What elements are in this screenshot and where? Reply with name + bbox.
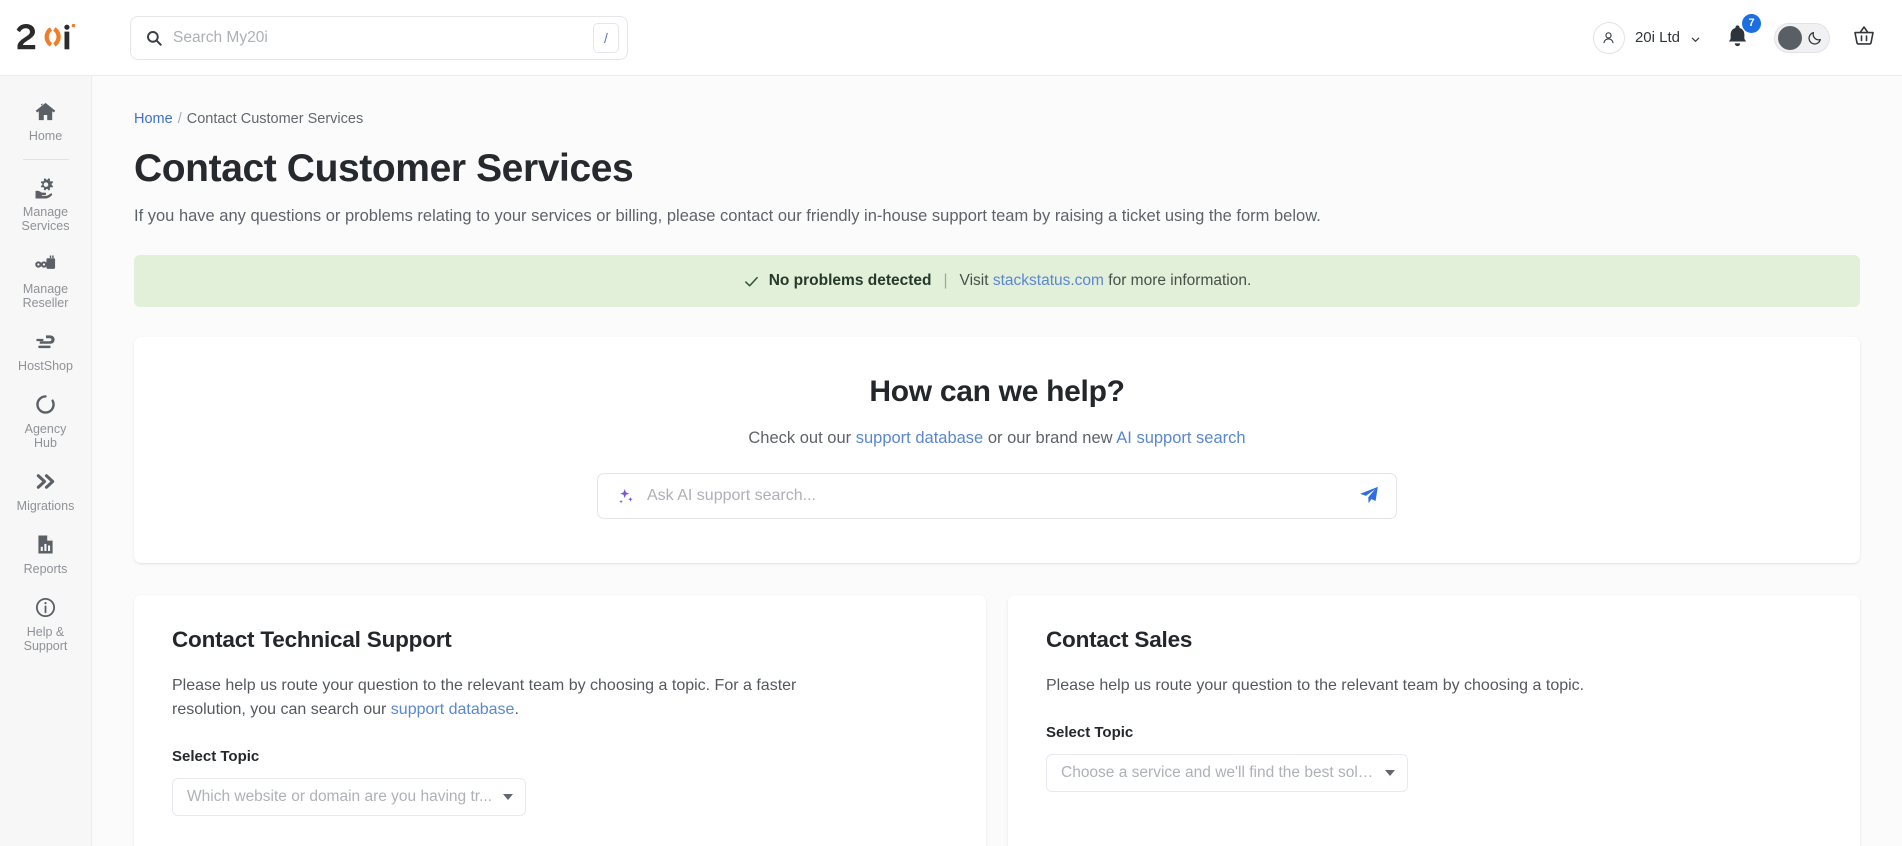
brand-logo-20i[interactable] [16,23,108,53]
avatar [1592,21,1625,54]
chevron-down-icon [1690,32,1701,43]
ai-search-bar[interactable] [597,473,1397,519]
sidebar-item-label: Reports [23,562,68,576]
reports-icon [34,532,57,556]
breadcrumb-separator: / [177,111,182,127]
sales-topic-select-value: Choose a service and we'll find the best… [1061,764,1375,781]
account-name: 20i Ltd [1634,29,1680,46]
migrations-icon [34,469,57,493]
bell-icon [1725,24,1750,52]
technical-topic-select-value: Which website or domain are you having t… [187,788,492,805]
send-icon [1358,484,1380,509]
sidebar-item-home[interactable]: Home [0,90,91,153]
chevron-down-icon [1385,770,1395,776]
technical-support-description: Please help us route your question to th… [172,674,872,722]
ai-help-card: How can we help? Check out our support d… [134,337,1860,563]
sidebar-item-label: Manage Reseller [22,282,69,310]
sidebar-divider [22,159,69,160]
light-mode-knob-icon [1778,25,1802,50]
sidebar-item-label: Home [28,129,63,143]
manage-reseller-icon [34,252,57,276]
status-separator: | [943,272,948,289]
chevron-down-icon [503,794,513,800]
left-sidebar: Home Manage Services Manage Reseller Hos… [0,76,92,846]
technical-support-title: Contact Technical Support [172,627,452,652]
sidebar-item-agency-hub[interactable]: Agency Hub [0,383,91,460]
page-subtitle: If you have any questions or problems re… [134,207,1321,225]
contact-cards-row: Contact Technical Support Please help us… [134,595,1860,846]
help-subtitle: Check out our support database or our br… [134,429,1860,448]
visit-prefix: Visit [959,272,989,289]
status-banner: No problems detected | Visit stackstatus… [134,255,1860,307]
sales-description: Please help us route your question to th… [1046,677,1585,694]
sidebar-item-manage-reseller[interactable]: Manage Reseller [0,243,91,320]
notifications-button[interactable]: 7 [1723,13,1761,55]
sales-select-topic-label: Select Topic [1046,724,1134,741]
sidebar-item-migrations[interactable]: Migrations [0,460,91,523]
sidebar-item-label: Help & Support [23,625,68,653]
sidebar-item-hostshop[interactable]: HostShop [0,320,91,383]
help-support-icon [34,595,57,619]
search-shortcut-badge: / [593,22,619,53]
header-actions: 20i Ltd 7 [1592,13,1902,55]
technical-topic-select[interactable]: Which website or domain are you having t… [172,778,526,816]
ai-send-button[interactable] [1358,484,1380,509]
sidebar-item-manage-services[interactable]: Manage Services [0,166,91,243]
support-database-link[interactable]: support database [856,429,984,447]
main-content: Home / Contact Customer Services Contact C… [92,76,1902,846]
search-input[interactable] [163,28,593,47]
breadcrumb-current: Contact Customer Services [186,111,364,127]
tech-desc-part-2: . [514,701,519,718]
page-title: Contact Customer Services [134,147,634,190]
help-sub-prefix: Check out our [748,429,852,447]
sidebar-item-label: Agency Hub [24,422,67,450]
basket-icon [1852,23,1876,52]
basket-button[interactable] [1852,23,1876,52]
agency-hub-icon [34,392,57,416]
top-header: / 20i Ltd 7 [0,0,1902,76]
account-switcher[interactable]: 20i Ltd [1592,21,1701,54]
tech-support-database-link[interactable]: support database [391,701,515,718]
breadcrumb: Home / Contact Customer Services [134,111,1860,127]
sidebar-item-label: HostShop [18,359,73,373]
sales-title: Contact Sales [1046,627,1193,652]
search-icon [145,29,163,47]
breadcrumb-link-home[interactable]: Home [134,111,173,127]
sales-card: Contact Sales Please help us route your … [1008,595,1860,846]
global-search[interactable]: / [130,15,628,60]
sidebar-item-label: Migrations [16,499,75,513]
ai-support-search-link[interactable]: AI support search [1116,429,1245,447]
status-text: No problems detected [768,272,932,289]
hostshop-icon [34,329,57,353]
sidebar-item-help-support[interactable]: Help & Support [0,586,91,663]
help-title: How can we help? [869,375,1125,408]
technical-select-topic-label: Select Topic [172,748,260,765]
sparkle-icon [616,487,635,506]
stackstatus-link[interactable]: stackstatus.com [993,272,1104,289]
sales-topic-select[interactable]: Choose a service and we'll find the best… [1046,754,1408,792]
logo-icon [16,23,76,49]
visit-suffix: for more information. [1108,272,1252,289]
moon-icon [1807,30,1823,46]
theme-toggle[interactable] [1774,22,1830,53]
sidebar-item-label: Manage Services [21,205,70,233]
manage-services-icon [34,175,57,199]
ai-search-input[interactable] [635,487,1358,505]
sidebar-item-reports[interactable]: Reports [0,523,91,586]
help-sub-middle: or our brand new [987,429,1113,447]
check-icon [743,273,760,290]
technical-support-card: Contact Technical Support Please help us… [134,595,986,846]
home-icon [34,99,57,123]
status-visit-text: Visit stackstatus.com for more informati… [960,272,1252,290]
notification-count-badge: 7 [1742,13,1761,33]
